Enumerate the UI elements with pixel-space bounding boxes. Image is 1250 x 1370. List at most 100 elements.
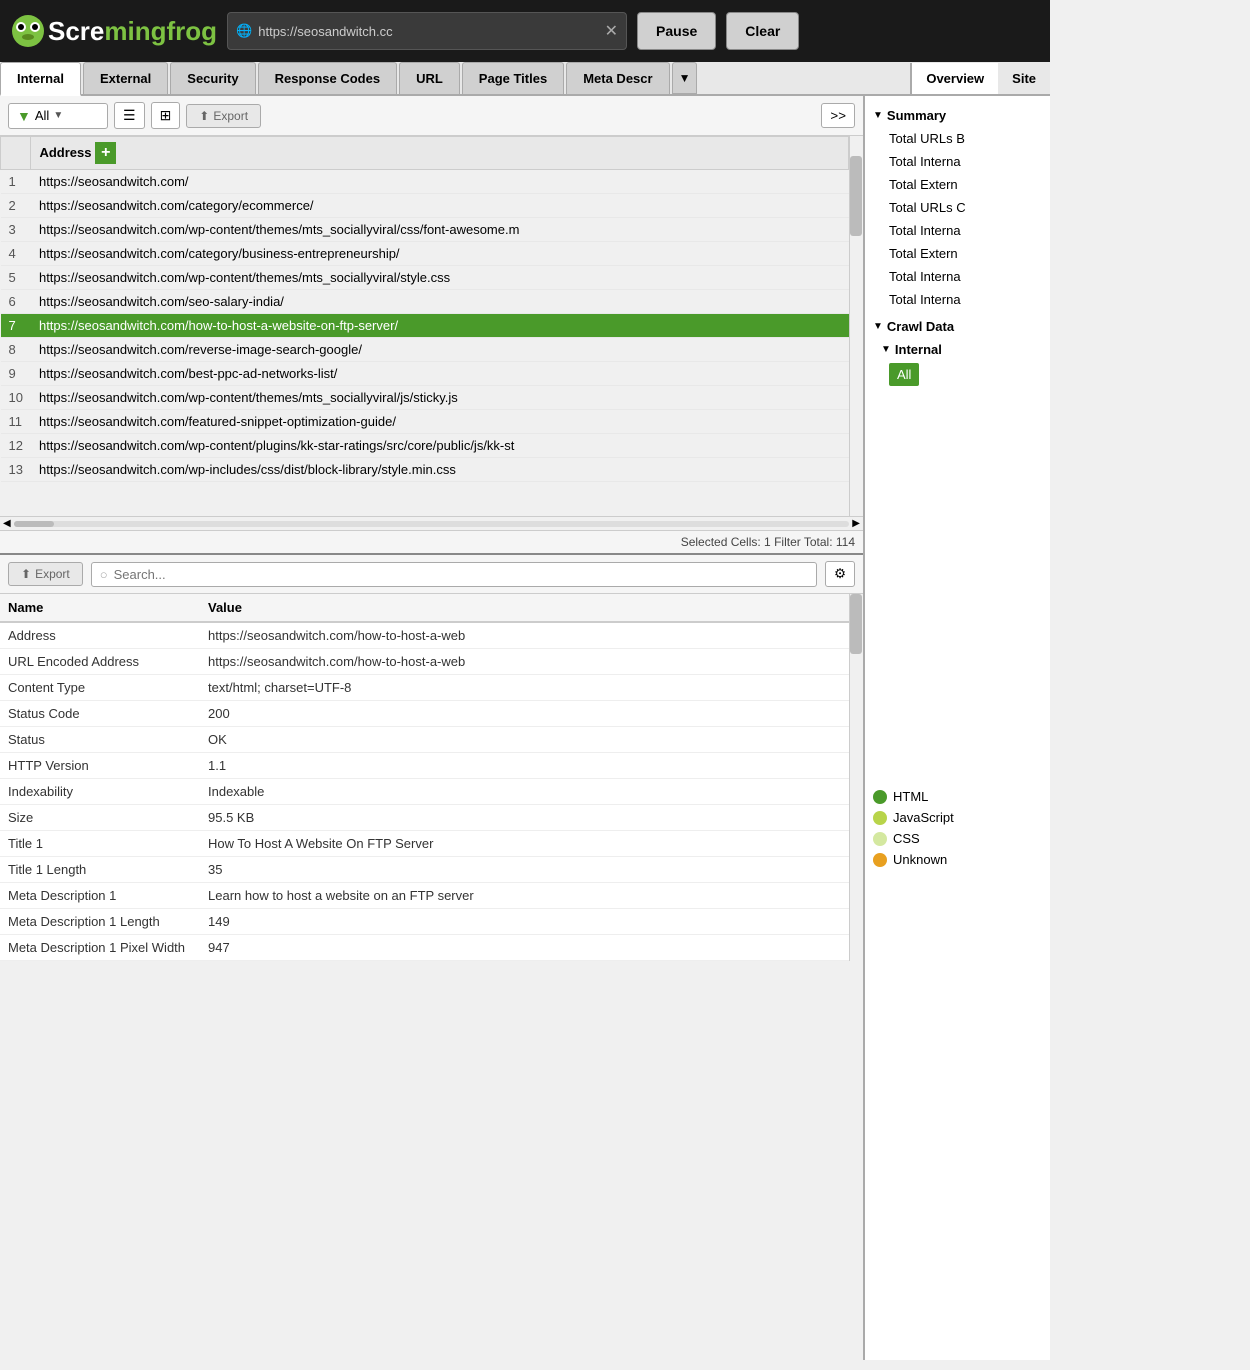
table-row[interactable]: 8 https://seosandwitch.com/reverse-image… — [1, 338, 849, 362]
detail-value: 149 — [200, 909, 849, 935]
summary-item[interactable]: Total Interna — [865, 150, 1050, 173]
table-row[interactable]: 1 https://seosandwitch.com/ — [1, 170, 849, 194]
detail-row: Meta Description 1 Learn how to host a w… — [0, 883, 849, 909]
row-url[interactable]: https://seosandwitch.com/best-ppc-ad-net… — [31, 362, 849, 386]
pause-button[interactable]: Pause — [637, 12, 716, 50]
scroll-thumb-horizontal[interactable] — [14, 521, 54, 527]
tab-overview[interactable]: Overview — [912, 63, 998, 94]
row-url[interactable]: https://seosandwitch.com/ — [31, 170, 849, 194]
summary-item[interactable]: Total Interna — [865, 288, 1050, 311]
table-row[interactable]: 5 https://seosandwitch.com/wp-content/th… — [1, 266, 849, 290]
summary-item[interactable]: Total Interna — [865, 219, 1050, 242]
table-row[interactable]: 3 https://seosandwitch.com/wp-content/th… — [1, 218, 849, 242]
export-button[interactable]: ⬆ Export — [186, 104, 261, 128]
export-label: Export — [213, 109, 248, 123]
detail-export-icon: ⬆ — [21, 567, 31, 581]
summary-label: Summary — [887, 108, 946, 123]
scroll-right-arrow[interactable]: ▶ — [849, 518, 863, 529]
detail-name: URL Encoded Address — [0, 649, 200, 675]
table-row[interactable]: 7 https://seosandwitch.com/how-to-host-a… — [1, 314, 849, 338]
table-row[interactable]: 11 https://seosandwitch.com/featured-sni… — [1, 410, 849, 434]
tab-url[interactable]: URL — [399, 62, 460, 94]
vertical-scrollbar[interactable] — [849, 136, 863, 516]
row-url[interactable]: https://seosandwitch.com/how-to-host-a-w… — [31, 314, 849, 338]
internal-arrow-icon: ▼ — [881, 344, 891, 355]
detail-row: Meta Description 1 Pixel Width 947 — [0, 935, 849, 961]
status-bar: Selected Cells: 1 Filter Total: 114 — [0, 530, 863, 553]
table-row[interactable]: 4 https://seosandwitch.com/category/busi… — [1, 242, 849, 266]
filter-label: All — [35, 108, 49, 123]
filter-dropdown[interactable]: ▼ All ▼ — [8, 103, 108, 129]
frog-icon — [10, 13, 46, 49]
tab-more-button[interactable]: ▼ — [672, 62, 698, 94]
detail-value: 95.5 KB — [200, 805, 849, 831]
summary-item[interactable]: Total URLs B — [865, 127, 1050, 150]
tab-external[interactable]: External — [83, 62, 168, 94]
tab-page-titles[interactable]: Page Titles — [462, 62, 564, 94]
url-bar[interactable]: 🌐 https://seosandwitch.cc ✕ — [227, 12, 627, 50]
row-url[interactable]: https://seosandwitch.com/wp-includes/css… — [31, 458, 849, 482]
table-row[interactable]: 6 https://seosandwitch.com/seo-salary-in… — [1, 290, 849, 314]
legend-label: Unknown — [893, 852, 947, 867]
summary-item[interactable]: Total Interna — [865, 265, 1050, 288]
list-view-button[interactable]: ☰ — [114, 102, 145, 129]
summary-item[interactable]: Total Extern — [865, 242, 1050, 265]
legend-color-dot — [873, 853, 887, 867]
detail-value: https://seosandwitch.com/how-to-host-a-w… — [200, 622, 849, 649]
detail-search-input[interactable] — [114, 567, 808, 582]
clear-button[interactable]: Clear — [726, 12, 799, 50]
row-number: 4 — [1, 242, 31, 266]
crawl-data-section: ▼ Crawl Data ▼ Internal All — [865, 315, 1050, 386]
row-url[interactable]: https://seosandwitch.com/category/busine… — [31, 242, 849, 266]
tab-security[interactable]: Security — [170, 62, 255, 94]
crawl-data-header[interactable]: ▼ Crawl Data — [865, 315, 1050, 338]
right-tabs: Overview Site — [910, 63, 1050, 94]
scroll-left-arrow[interactable]: ◀ — [0, 518, 14, 529]
summary-section-header[interactable]: ▼ Summary — [865, 104, 1050, 127]
tab-internal[interactable]: Internal — [0, 62, 81, 96]
crawl-all-button[interactable]: All — [889, 363, 919, 386]
tabs-row: Internal External Security Response Code… — [0, 62, 1050, 96]
tab-meta-descr[interactable]: Meta Descr — [566, 62, 669, 94]
detail-name: Size — [0, 805, 200, 831]
detail-row: Size 95.5 KB — [0, 805, 849, 831]
detail-filter-settings-button[interactable]: ⚙ — [825, 561, 855, 587]
legend-items: HTML JavaScript CSS Unknown — [873, 786, 1042, 870]
detail-vertical-scrollbar[interactable] — [849, 594, 863, 961]
table-row[interactable]: 13 https://seosandwitch.com/wp-includes/… — [1, 458, 849, 482]
detail-value: How To Host A Website On FTP Server — [200, 831, 849, 857]
table-row[interactable]: 12 https://seosandwitch.com/wp-content/p… — [1, 434, 849, 458]
table-row[interactable]: 10 https://seosandwitch.com/wp-content/t… — [1, 386, 849, 410]
internal-sub-header[interactable]: ▼ Internal — [865, 338, 1050, 361]
row-number: 8 — [1, 338, 31, 362]
tab-response-codes[interactable]: Response Codes — [258, 62, 397, 94]
summary-item[interactable]: Total URLs C — [865, 196, 1050, 219]
detail-name: Title 1 Length — [0, 857, 200, 883]
detail-name: Meta Description 1 Pixel Width — [0, 935, 200, 961]
row-url[interactable]: https://seosandwitch.com/seo-salary-indi… — [31, 290, 849, 314]
detail-toolbar: ⬆ Export ○ ⚙ — [0, 555, 863, 594]
row-url[interactable]: https://seosandwitch.com/category/ecomme… — [31, 194, 849, 218]
row-url[interactable]: https://seosandwitch.com/wp-content/them… — [31, 266, 849, 290]
horizontal-scrollbar[interactable]: ◀ ▶ — [0, 516, 863, 530]
table-row[interactable]: 2 https://seosandwitch.com/category/ecom… — [1, 194, 849, 218]
row-url[interactable]: https://seosandwitch.com/wp-content/them… — [31, 386, 849, 410]
detail-search-box[interactable]: ○ — [91, 562, 817, 587]
row-url[interactable]: https://seosandwitch.com/reverse-image-s… — [31, 338, 849, 362]
summary-item[interactable]: Total Extern — [865, 173, 1050, 196]
row-url[interactable]: https://seosandwitch.com/wp-content/them… — [31, 218, 849, 242]
more-options-button[interactable]: >> — [821, 103, 855, 128]
detail-export-button[interactable]: ⬆ Export — [8, 562, 83, 586]
scroll-track — [14, 521, 850, 527]
add-column-button[interactable]: + — [95, 142, 116, 164]
tree-view-button[interactable]: ⊞ — [151, 102, 181, 129]
row-url[interactable]: https://seosandwitch.com/wp-content/plug… — [31, 434, 849, 458]
detail-scrollbar-thumb[interactable] — [850, 594, 862, 654]
scrollbar-thumb[interactable] — [850, 156, 862, 236]
table-row[interactable]: 9 https://seosandwitch.com/best-ppc-ad-n… — [1, 362, 849, 386]
row-number: 10 — [1, 386, 31, 410]
row-url[interactable]: https://seosandwitch.com/featured-snippe… — [31, 410, 849, 434]
url-text: https://seosandwitch.cc — [258, 24, 598, 39]
url-close-icon[interactable]: ✕ — [605, 21, 618, 41]
tab-site[interactable]: Site — [998, 63, 1050, 94]
